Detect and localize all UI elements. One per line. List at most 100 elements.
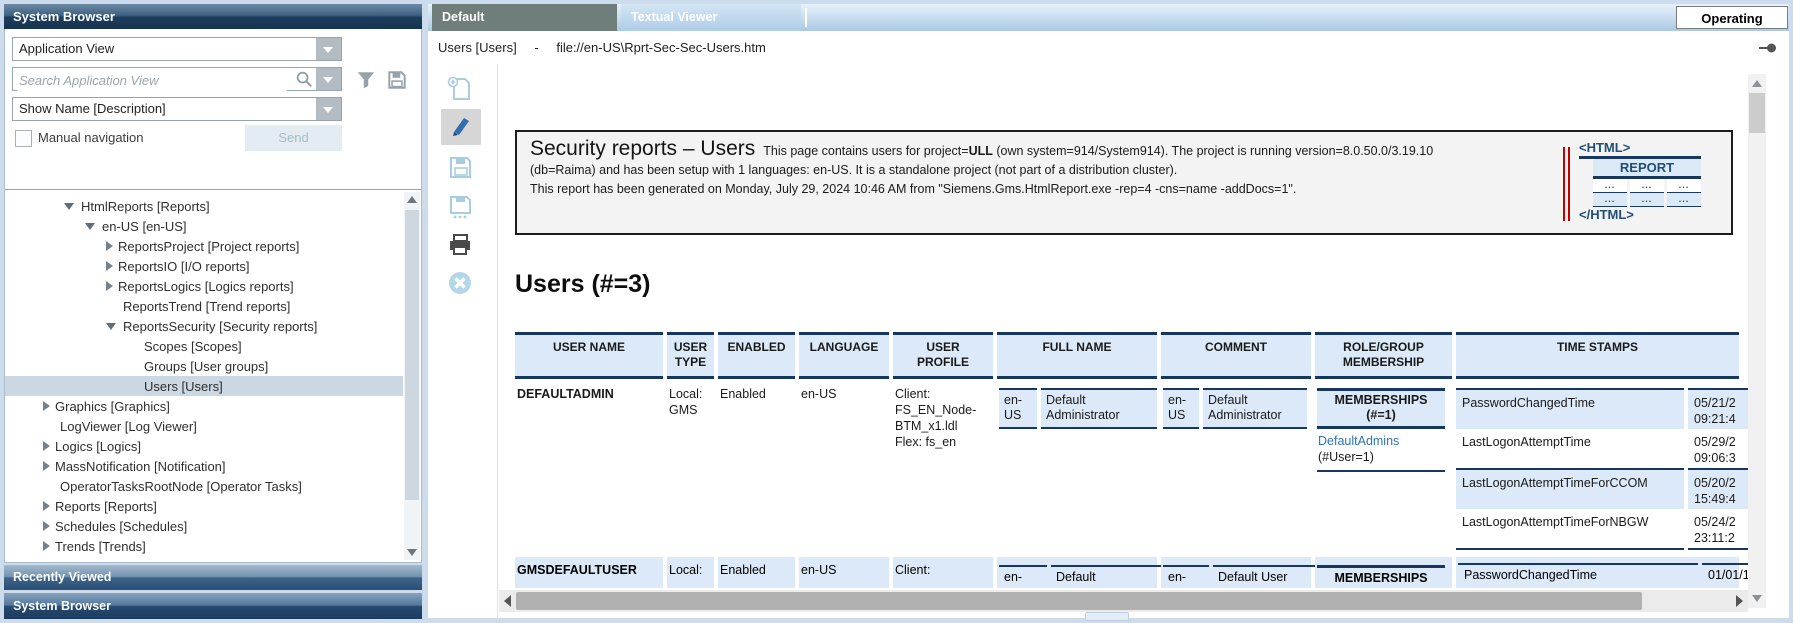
report-intro-project: ULL — [969, 144, 993, 158]
tree-item-en-us[interactable]: en-US [en-US] — [5, 216, 403, 236]
system-browser-body: Application View Show Name [Description] — [4, 29, 422, 563]
scroll-down-arrow-icon[interactable] — [407, 549, 417, 556]
application-window: System Browser Application View Show Na — [0, 0, 1793, 623]
collapse-arrow-icon[interactable] — [85, 223, 95, 230]
save-as-report-icon[interactable] — [446, 193, 476, 223]
tree-item-htmlreports[interactable]: HtmlReports [Reports] — [5, 196, 403, 216]
system-browser-title: System Browser — [4, 4, 422, 29]
search-dropdown-arrow-icon[interactable] — [316, 68, 341, 90]
edit-report-icon[interactable] — [441, 109, 481, 145]
breadcrumb-separator: - — [534, 40, 538, 55]
display-mode-dropdown-arrow-icon[interactable] — [316, 98, 341, 120]
logo-cell: ... — [1593, 179, 1627, 193]
send-button[interactable]: Send — [245, 125, 342, 151]
tree-item-reportslogics[interactable]: ReportsLogics [Logics reports] — [5, 276, 403, 296]
report-intro-prefix: This page contains users for project= — [763, 144, 968, 158]
operating-mode-button[interactable]: Operating — [1676, 6, 1788, 29]
logo-cell: ... — [1630, 193, 1664, 207]
splitter-grip[interactable] — [1085, 612, 1129, 621]
tree-item-label: en-US [en-US] — [102, 219, 187, 234]
system-browser-panel: System Browser Application View Show Na — [4, 4, 422, 621]
tree-item-reportsio[interactable]: ReportsIO [I/O reports] — [5, 256, 403, 276]
display-mode-selector[interactable]: Show Name [Description] — [12, 97, 342, 121]
filter-icon[interactable] — [355, 69, 377, 91]
collapse-arrow-icon[interactable] — [64, 203, 74, 210]
cell-enabled: Enabled — [718, 381, 795, 557]
expand-arrow-icon[interactable] — [43, 461, 50, 471]
manual-navigation-checkbox[interactable] — [15, 130, 32, 147]
breadcrumb-row: Users [Users] - file://en-US\Rprt-Sec-Se… — [428, 31, 1789, 64]
expand-arrow-icon[interactable] — [43, 441, 50, 451]
scroll-up-arrow-icon[interactable] — [1752, 80, 1762, 87]
tree-item-massnotification[interactable]: MassNotification [Notification] — [5, 456, 403, 476]
scroll-up-arrow-icon[interactable] — [407, 196, 417, 203]
pin-icon[interactable] — [1759, 41, 1777, 60]
recently-viewed-panel-header[interactable]: Recently Viewed — [4, 565, 422, 590]
tree-item-schedules[interactable]: Schedules [Schedules] — [5, 516, 403, 536]
timestamp-row: LastLogonAttemptTimeForNBGW05/24/223:11:… — [1456, 509, 1748, 550]
tree-item-label: LogViewer [Log Viewer] — [60, 419, 197, 434]
tree-item-users[interactable]: Users [Users] — [5, 376, 403, 396]
membership-link[interactable]: DefaultAdmins — [1318, 433, 1444, 449]
tree-item-reportssecurity[interactable]: ReportsSecurity [Security reports] — [5, 316, 403, 336]
print-report-icon[interactable] — [446, 231, 476, 261]
scrollbar-thumb[interactable] — [1749, 93, 1765, 133]
report-vertical-scrollbar[interactable] — [1748, 74, 1766, 608]
table-row: GMSDEFAULTUSER Local: Enabled en-US Clie… — [515, 557, 1748, 588]
tree-item-logviewer[interactable]: LogViewer [Log Viewer] — [5, 416, 403, 436]
scroll-down-arrow-icon[interactable] — [1752, 595, 1762, 602]
tree-item-logics[interactable]: Logics [Logics] — [5, 436, 403, 456]
tree-item-operatortasksrootnode[interactable]: OperatorTasksRootNode [Operator Tasks] — [5, 476, 403, 496]
tab-textual-viewer[interactable]: Textual Viewer — [621, 4, 801, 31]
tree-item-label: MassNotification [Notification] — [55, 459, 226, 474]
view-selector[interactable]: Application View — [12, 37, 342, 61]
tree-item-scopes[interactable]: Scopes [Scopes] — [5, 336, 403, 356]
save-report-icon[interactable] — [446, 153, 476, 183]
cell-user-type: Local: GMS — [667, 381, 714, 557]
collapse-arrow-icon[interactable] — [106, 323, 116, 330]
timestamp-value: 05/29/209:06:3 — [1688, 429, 1748, 470]
timestamp-value: 05/21/209:21:4 — [1688, 388, 1748, 429]
tree-item-label: Schedules [Schedules] — [55, 519, 187, 534]
cancel-report-icon[interactable] — [446, 269, 476, 299]
cell-full-name: en-US Default Administrator — [997, 381, 1157, 557]
report-horizontal-scrollbar[interactable] — [499, 590, 1748, 612]
tree-item-reports[interactable]: Reports [Reports] — [5, 496, 403, 516]
scrollbar-thumb[interactable] — [405, 210, 419, 500]
scrollbar-thumb[interactable] — [516, 592, 1642, 610]
expand-arrow-icon[interactable] — [43, 401, 50, 411]
system-browser-panel-header[interactable]: System Browser — [4, 593, 422, 619]
expand-arrow-icon[interactable] — [43, 541, 50, 551]
report-viewport: Security reports – UsersThis page contai… — [499, 64, 1748, 588]
tab-default[interactable]: Default — [432, 4, 617, 31]
tree-item-trends[interactable]: Trends [Trends] — [5, 536, 403, 556]
cell-membership: MEMBERSHIPS (#=1) DefaultAdmins (#User=1… — [1315, 381, 1452, 557]
comment-value: Default Administrator — [1203, 388, 1307, 429]
tree-item-reportsproject[interactable]: ReportsProject [Project reports] — [5, 236, 403, 256]
col-comment: COMMENT — [1161, 332, 1311, 379]
search-input[interactable] — [17, 69, 287, 91]
report-header-box: Security reports – UsersThis page contai… — [515, 130, 1733, 235]
tree-item-label: Scopes [Scopes] — [144, 339, 242, 354]
expand-arrow-icon[interactable] — [106, 261, 113, 271]
expand-arrow-icon[interactable] — [43, 501, 50, 511]
tree-item-label: ReportsLogics [Logics reports] — [118, 279, 294, 294]
save-filter-icon[interactable] — [386, 69, 408, 91]
logo-cell: ... — [1630, 179, 1664, 193]
timestamp-row: PasswordChangedTime05/21/209:21:4 — [1456, 388, 1748, 429]
expand-arrow-icon[interactable] — [43, 521, 50, 531]
cell-enabled: Enabled — [718, 557, 795, 588]
manual-navigation-label: Manual navigation — [38, 130, 144, 145]
scroll-left-arrow-icon[interactable] — [504, 595, 511, 607]
col-full-name: FULL NAME — [997, 332, 1157, 379]
expand-arrow-icon[interactable] — [106, 281, 113, 291]
scroll-right-arrow-icon[interactable] — [1736, 595, 1743, 607]
tree-scrollbar[interactable] — [404, 192, 420, 560]
report-toolbar — [428, 64, 498, 618]
new-report-icon[interactable] — [446, 75, 476, 105]
tree-item-graphics[interactable]: Graphics [Graphics] — [5, 396, 403, 416]
expand-arrow-icon[interactable] — [106, 241, 113, 251]
tree-item-groups[interactable]: Groups [User groups] — [5, 356, 403, 376]
view-selector-dropdown-arrow-icon[interactable] — [316, 38, 341, 60]
tree-item-reportstrend[interactable]: ReportsTrend [Trend reports] — [5, 296, 403, 316]
